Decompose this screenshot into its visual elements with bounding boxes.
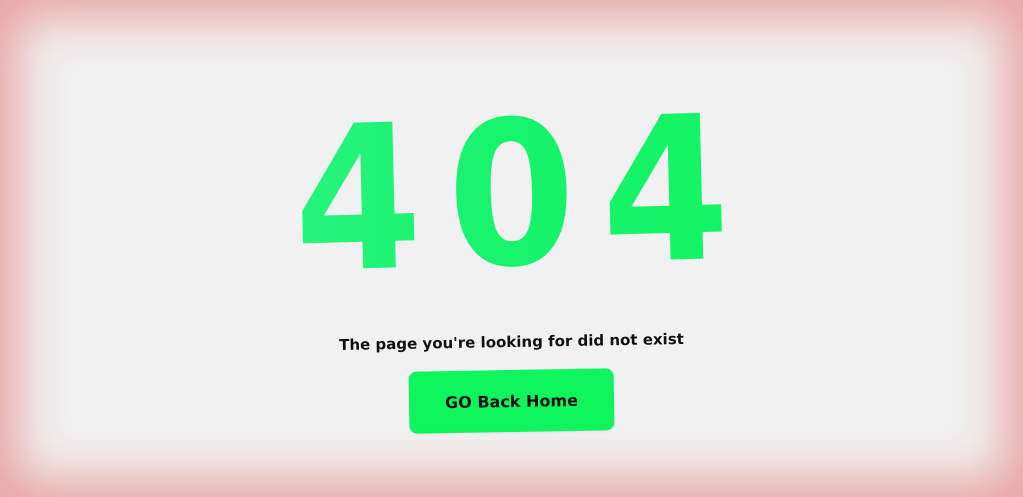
go-back-home-button[interactable]: GO Back Home	[408, 368, 615, 434]
not-found-page: 404 The page you're looking for did not …	[0, 0, 1023, 497]
error-message: The page you're looking for did not exis…	[339, 329, 684, 355]
error-code: 404	[39, 72, 985, 318]
